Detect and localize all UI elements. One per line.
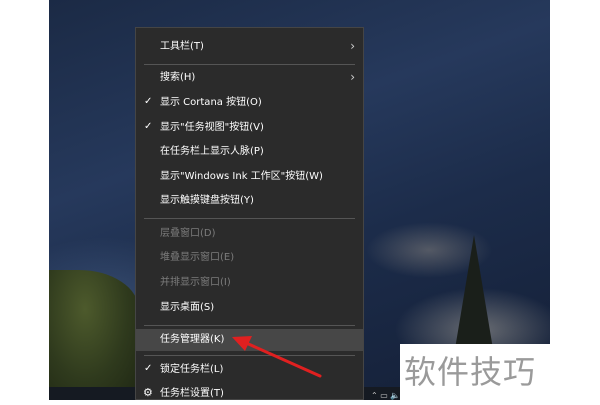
annotation-arrow [232,336,322,378]
watermark-text: 软件技巧 [404,353,537,391]
